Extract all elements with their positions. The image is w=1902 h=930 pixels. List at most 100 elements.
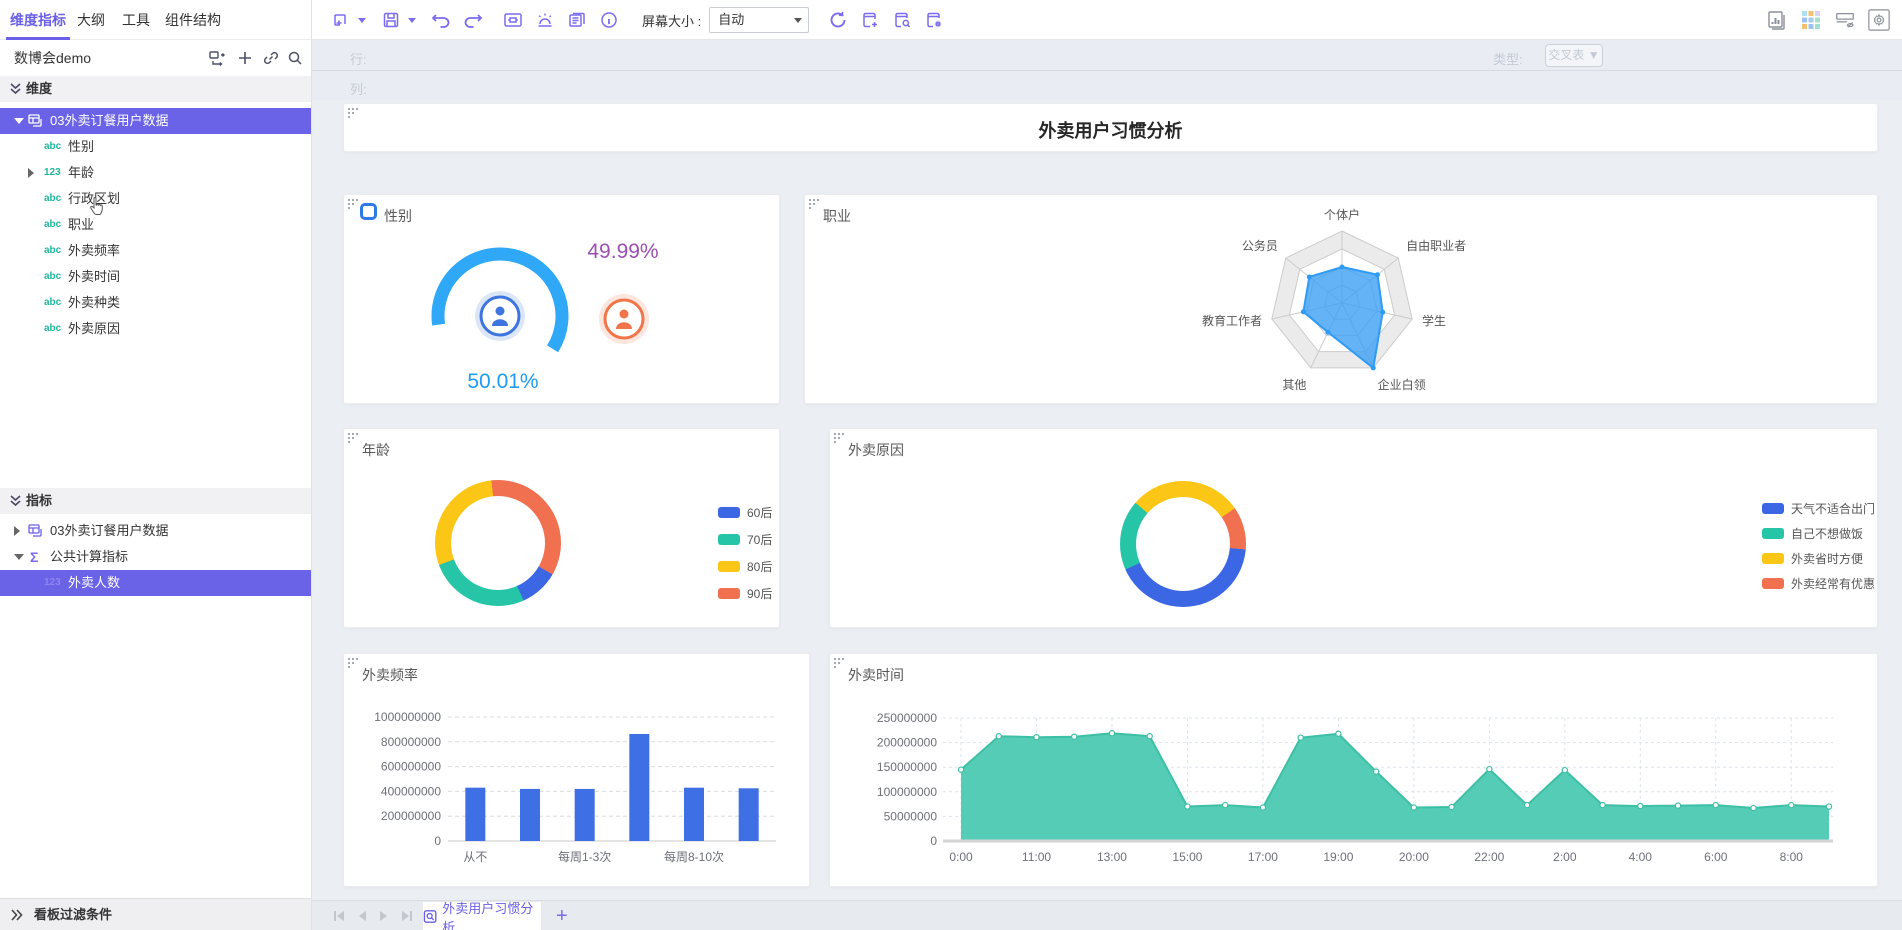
tree-item-label: 性别 [68,134,94,160]
svg-text:150000000: 150000000 [877,760,937,774]
legend-item[interactable]: 天气不适合出门 [1762,500,1875,517]
legend-swatch [718,588,740,599]
doc-search-icon[interactable] [891,9,913,31]
dataset-row: 数博会demo [0,40,311,76]
dimension-item[interactable]: abc外卖时间 [0,264,311,290]
legend-label: 60后 [747,504,772,521]
save-icon[interactable] [380,9,402,31]
dimension-item[interactable]: 123年龄 [0,160,311,186]
svg-text:0:00: 0:00 [949,850,973,864]
legend-item[interactable]: 70后 [718,531,772,548]
tree-item-label: 外卖人数 [68,570,120,596]
expand-caret-icon[interactable] [14,526,20,536]
svg-text:200000000: 200000000 [381,809,441,823]
tree-item-label: 外卖频率 [68,238,120,264]
svg-text:11:00: 11:00 [1022,850,1051,864]
last-page-icon[interactable] [400,910,414,922]
chart-type-select[interactable]: 交叉表 ▼ [1545,44,1603,67]
screen-size-select[interactable]: 自动 [709,7,809,33]
dimension-item[interactable]: abc外卖种类 [0,290,311,316]
svg-text:19:00: 19:00 [1323,850,1353,864]
legend-item[interactable]: 外卖省时方便 [1762,550,1863,567]
reason-card[interactable]: 外卖原因 天气不适合出门自己不想做饭外卖省时方便外卖经常有优惠 [829,428,1878,628]
prev-page-icon[interactable] [356,910,368,922]
doc-add-icon[interactable] [859,9,881,31]
svg-text:企业白领: 企业白领 [1378,377,1426,392]
legend-item[interactable]: 外卖经常有优惠 [1762,575,1875,592]
tab-dimension-measure[interactable]: 维度指标 [10,0,66,40]
legend-label: 70后 [747,531,772,548]
svg-text:1000000000: 1000000000 [374,710,441,724]
board-filter-bar[interactable]: 看板过滤条件 [0,898,311,930]
refresh-icon[interactable] [827,9,849,31]
section-dimensions[interactable]: 维度 [0,76,311,102]
occupation-card[interactable]: 职业 个体户自由职业者学生企业白领其他教育工作者公务员 [804,194,1878,404]
svg-text:20:00: 20:00 [1399,850,1429,864]
legend-item[interactable]: 80后 [718,558,772,575]
switch-dataset-icon[interactable] [208,49,226,67]
section-measures[interactable]: 指标 [0,488,311,514]
doc-settings-icon[interactable] [923,9,945,31]
legend-label: 80后 [747,558,772,575]
active-page-tab[interactable]: 外卖用户习惯分析 [423,902,541,930]
title-card[interactable]: 外卖用户习惯分析 [343,103,1878,152]
dimension-item[interactable]: abc性别 [0,134,311,160]
cols-shelf-label[interactable]: 列: [350,79,367,98]
dimension-item[interactable]: abc 外卖频率 [0,238,311,264]
new-dashboard-caret[interactable] [358,18,366,23]
link-icon[interactable] [262,49,280,67]
info-icon[interactable] [598,9,620,31]
screen-size-value: 自动 [718,12,744,27]
legend-item[interactable]: 60后 [718,504,772,521]
report-icon[interactable] [566,9,588,31]
svg-text:13:00: 13:00 [1097,850,1127,864]
dataset-name[interactable]: 数博会demo [14,48,91,68]
undo-icon[interactable] [430,9,452,31]
svg-text:学生: 学生 [1422,313,1446,328]
measure-item[interactable]: 03外卖订餐用户数据 [0,518,311,544]
widgets-grid-icon[interactable] [1800,9,1822,31]
hide-cards-icon[interactable] [1834,9,1856,31]
tab-tools[interactable]: 工具 [122,0,150,40]
dimension-item[interactable]: 03外卖订餐用户数据 [0,108,311,134]
sidebar: 维度指标 大纲 工具 组件结构 数博会demo 维度 03外卖订餐用户数据 abc [0,0,312,930]
next-page-icon[interactable] [378,910,390,922]
preview-icon[interactable] [502,9,524,31]
gender-card[interactable]: 性别 49.99%50.01% [343,194,780,404]
measure-item[interactable]: Σ公共计算指标 [0,544,311,570]
legend-swatch [1762,578,1784,589]
settings-icon[interactable] [1868,9,1890,31]
dimension-item[interactable]: abc职业 [0,212,311,238]
rows-shelf-label[interactable]: 行: [350,49,367,68]
alarm-icon[interactable] [534,9,556,31]
add-icon[interactable] [236,49,254,67]
expand-caret-icon[interactable] [28,168,34,178]
drag-handle-icon[interactable] [347,432,359,444]
legend-item[interactable]: 自己不想做饭 [1762,525,1863,542]
new-dashboard-icon[interactable] [330,9,352,31]
redo-icon[interactable] [462,9,484,31]
age-card[interactable]: 年龄 60后 70后 80后 90后 [343,428,780,628]
expand-caret-icon[interactable] [14,554,24,560]
dimension-item[interactable]: abc行政区划 [0,186,311,212]
legend-item[interactable]: 90后 [718,585,772,602]
save-caret[interactable] [408,18,416,23]
field-type-prefix: abc [44,238,61,264]
expand-caret-icon[interactable] [14,118,24,124]
chart-pages-icon[interactable] [1766,9,1788,31]
measure-item[interactable]: 123外卖人数 [0,570,311,596]
chart-title: 年龄 [362,440,390,460]
donut-ring[interactable] [435,480,561,606]
first-page-icon[interactable] [332,910,346,922]
tab-outline[interactable]: 大纲 [77,0,105,40]
add-page-button[interactable]: + [556,903,568,929]
dimension-item[interactable]: abc外卖原因 [0,316,311,342]
svg-text:自由职业者: 自由职业者 [1406,239,1466,253]
drag-handle-icon[interactable] [833,432,845,444]
time-card[interactable]: 外卖时间 05000000010000000015000000020000000… [829,653,1878,887]
field-type-prefix: abc [44,316,61,342]
search-icon[interactable] [286,49,304,67]
donut-ring[interactable] [1120,481,1246,607]
frequency-card[interactable]: 外卖频率 02000000004000000006000000008000000… [343,653,810,887]
tab-component-structure[interactable]: 组件结构 [165,0,221,40]
